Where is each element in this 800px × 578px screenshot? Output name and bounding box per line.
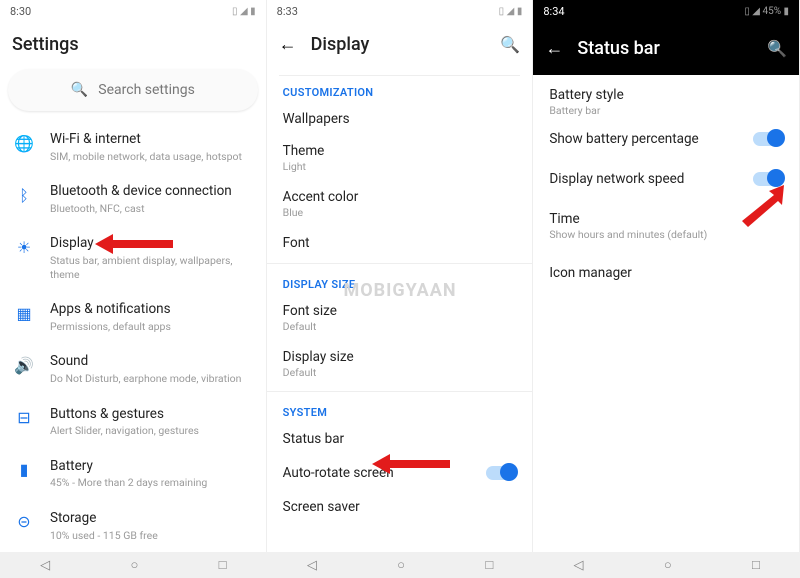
item-icon: ▦ [14,303,34,323]
arrow-annotation [95,232,175,256]
toggle-auto-rotate[interactable] [486,466,516,480]
item-sublabel: Bluetooth, NFC, cast [50,202,252,216]
clock: 8:33 [277,5,298,18]
item-icon: 🔊 [14,355,34,375]
item-label: Storage [50,510,252,528]
item-sublabel: Do Not Disturb, earphone mode, vibration [50,372,252,386]
item-sublabel: SIM, mobile network, data usage, hotspot [50,150,252,164]
item-sublabel: Status bar, ambient display, wallpapers,… [50,254,252,281]
pane-settings: 8:30 ▯ ◢ ▮ Settings 🔍 Search settings 🌐 … [0,0,267,552]
nav-recent[interactable]: □ [485,557,493,573]
nav-back[interactable]: ◁ [574,558,584,573]
pane-status-bar: 8:34 ▯ ◢ 45% ▮ ← Status bar 🔍 Battery st… [533,0,800,552]
settings-item-sound[interactable]: 🔊 Sound Do Not Disturb, earphone mode, v… [0,343,266,395]
item-screen-saver[interactable]: Screen saver [267,491,533,523]
nav-home[interactable]: ○ [664,557,672,573]
search-settings[interactable]: 🔍 Search settings [8,69,258,111]
search-placeholder: Search settings [98,82,195,98]
nav-back[interactable]: ◁ [307,558,317,573]
clock: 8:30 [10,5,31,18]
nav-home[interactable]: ○ [397,557,405,573]
item-wallpapers[interactable]: Wallpapers [267,103,533,135]
settings-item-buttons-gestures[interactable]: ⊟ Buttons & gestures Alert Slider, navig… [0,396,266,448]
item-display-size[interactable]: Display sizeDefault [267,341,533,387]
section-system: SYSTEM [267,396,533,423]
navigation-bar: ◁ ○ □ ◁ ○ □ ◁ ○ □ [0,552,800,578]
item-status-bar[interactable]: Status bar [267,423,533,455]
nav-recent[interactable]: □ [752,557,760,573]
search-icon[interactable]: 🔍 [767,39,787,58]
item-icon: ⊝ [14,512,34,532]
section-display-size: DISPLAY SIZE [267,268,533,295]
settings-item-apps-notifications[interactable]: ▦ Apps & notifications Permissions, defa… [0,291,266,343]
pane-display: 8:33 ▯ ◢ ▮ ← Display 🔍 CUSTOMIZATION Wal… [267,0,534,552]
nav-back[interactable]: ◁ [40,558,50,573]
page-title: Settings [12,34,79,55]
page-title: Display [311,34,370,55]
back-icon[interactable]: ← [545,38,563,59]
item-theme[interactable]: ThemeLight [267,135,533,181]
status-icons: ▯ ◢ ▮ [232,6,256,17]
item-icon: ▮ [14,460,34,480]
arrow-annotation [734,185,789,230]
settings-item-bluetooth-device-connection[interactable]: ᛒ Bluetooth & device connection Bluetoot… [0,173,266,225]
toggle-battery-percentage[interactable] [753,132,783,146]
item-show-battery-percentage[interactable]: Show battery percentage [533,119,799,159]
nav-recent[interactable]: □ [219,557,227,573]
item-sublabel: 45% - More than 2 days remaining [50,476,252,490]
status-icons: ▯ ◢ 45% ▮ [744,6,789,17]
status-bar: 8:30 ▯ ◢ ▮ [0,0,266,22]
item-icon-manager[interactable]: Icon manager [533,253,799,293]
item-label: Bluetooth & device connection [50,183,252,201]
search-icon[interactable]: 🔍 [500,35,520,54]
item-font[interactable]: Font [267,227,533,259]
item-accent-color[interactable]: Accent colorBlue [267,181,533,227]
item-icon: ᛒ [14,185,34,205]
item-sublabel: Permissions, default apps [50,320,252,334]
item-label: Sound [50,353,252,371]
search-icon: 🔍 [71,82,88,98]
item-label: Battery [50,458,252,476]
item-label: Apps & notifications [50,301,252,319]
status-bar: 8:34 ▯ ◢ 45% ▮ [533,0,799,22]
item-battery-style[interactable]: Battery style Battery bar [533,81,799,119]
status-icons: ▯ ◢ ▮ [499,6,523,17]
clock: 8:34 [543,5,564,18]
section-customization: CUSTOMIZATION [267,76,533,103]
item-label: Buttons & gestures [50,406,252,424]
item-icon: 🌐 [14,133,34,153]
item-label: Wi-Fi & internet [50,131,252,149]
settings-item-wi-fi-internet[interactable]: 🌐 Wi-Fi & internet SIM, mobile network, … [0,121,266,173]
item-sublabel: Alert Slider, navigation, gestures [50,424,252,438]
item-icon: ☀ [14,237,34,257]
back-icon[interactable]: ← [279,34,297,55]
page-title: Status bar [577,38,660,59]
item-icon: ⊟ [14,408,34,428]
item-font-size[interactable]: Font sizeDefault [267,295,533,341]
arrow-annotation [372,452,452,476]
status-bar: 8:33 ▯ ◢ ▮ [267,0,533,22]
settings-item-storage[interactable]: ⊝ Storage 10% used - 115 GB free [0,500,266,552]
settings-item-battery[interactable]: ▮ Battery 45% - More than 2 days remaini… [0,448,266,500]
toggle-network-speed[interactable] [753,172,783,186]
item-sublabel: 10% used - 115 GB free [50,529,252,543]
nav-home[interactable]: ○ [130,557,138,573]
